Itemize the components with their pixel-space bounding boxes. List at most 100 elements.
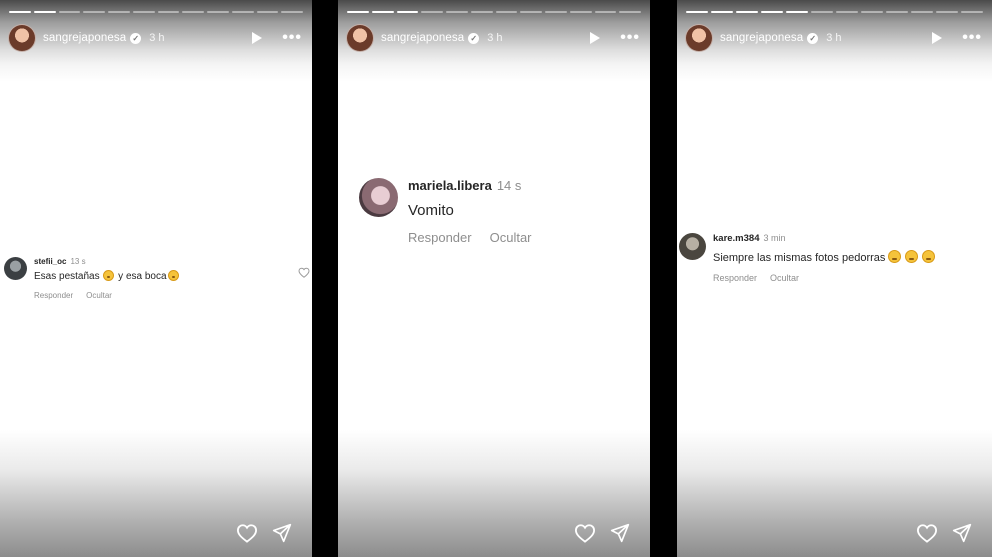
progress-segment	[256, 11, 279, 13]
send-icon[interactable]	[952, 523, 972, 543]
play-icon[interactable]	[932, 32, 943, 44]
commenter-username[interactable]: mariela.libera	[408, 178, 492, 193]
commenter-avatar[interactable]	[359, 178, 398, 217]
comment-text: Siempre las mismas fotos pedorras	[713, 250, 936, 264]
heart-icon[interactable]	[916, 523, 938, 543]
weary-face-emoji	[888, 250, 902, 263]
reply-button[interactable]: Responder	[713, 273, 757, 283]
progress-segment	[911, 11, 933, 13]
progress-segment	[686, 11, 708, 13]
comment-heart-icon[interactable]	[298, 267, 310, 278]
progress-segment	[207, 11, 229, 13]
reply-button[interactable]: Responder	[408, 230, 472, 245]
more-options-icon[interactable]: •••	[962, 30, 982, 46]
progress-segment	[761, 11, 783, 13]
progress-segment	[347, 11, 369, 13]
hide-button[interactable]: Ocultar	[86, 291, 112, 300]
progress-segment	[281, 11, 303, 13]
progress-segment	[520, 11, 542, 13]
comment-text-part: Esas pestañas	[34, 271, 100, 282]
story-header: sangrejaponesa ✓ 3 h •••	[685, 24, 982, 52]
story-author-username[interactable]: sangrejaponesa	[720, 32, 803, 44]
commenter-username[interactable]: stefii_oc	[34, 257, 66, 266]
heart-icon[interactable]	[236, 523, 258, 543]
progress-segment	[132, 11, 155, 13]
story-panel-3[interactable]: sangrejaponesa ✓ 3 h ••• kare.m384 3 min…	[677, 0, 992, 557]
progress-segment	[470, 11, 493, 13]
progress-segment	[83, 11, 105, 13]
more-options-icon[interactable]: •••	[282, 30, 302, 46]
story-progress-bar	[9, 11, 303, 14]
story-author-username[interactable]: sangrejaponesa	[43, 32, 126, 44]
laughing-emoji	[167, 270, 179, 281]
reply-button[interactable]: Responder	[34, 291, 73, 300]
story-author-avatar[interactable]	[8, 24, 36, 52]
comment-text-part: Siempre las mismas fotos pedorras	[713, 252, 886, 264]
heart-icon[interactable]	[574, 523, 596, 543]
weary-face-emoji	[922, 250, 936, 263]
comment-text-part: y esa boca	[115, 271, 167, 282]
send-icon[interactable]	[272, 523, 292, 543]
story-time: 3 h	[826, 32, 842, 44]
progress-segment	[182, 11, 204, 13]
commenter-avatar[interactable]	[4, 257, 27, 280]
progress-segment	[396, 11, 419, 13]
comment-time: 13 s	[70, 257, 86, 266]
progress-segment	[495, 11, 518, 13]
commenter-username[interactable]: kare.m384	[713, 233, 759, 244]
story-author-avatar[interactable]	[685, 24, 713, 52]
progress-segment	[157, 11, 180, 13]
progress-segment	[836, 11, 858, 13]
progress-segment	[711, 11, 733, 13]
progress-segment	[619, 11, 641, 13]
story-actions	[236, 523, 292, 543]
progress-segment	[936, 11, 958, 13]
progress-segment	[108, 11, 130, 13]
comment-card: mariela.libera 14 s Vomito Responder Ocu…	[359, 178, 639, 245]
story-header: sangrejaponesa ✓ 3 h •••	[8, 24, 302, 52]
story-actions	[574, 523, 630, 543]
story-panel-1[interactable]: sangrejaponesa ✓ 3 h ••• stefii_oc 13 s …	[0, 0, 312, 557]
story-author-username[interactable]: sangrejaponesa	[381, 32, 464, 44]
story-time: 3 h	[149, 32, 165, 44]
laughing-emoji	[103, 270, 115, 281]
progress-segment	[371, 11, 394, 13]
hide-button[interactable]: Ocultar	[770, 273, 799, 283]
progress-segment	[9, 11, 31, 13]
progress-segment	[961, 11, 983, 13]
progress-segment	[861, 11, 883, 13]
comment-card: kare.m384 3 min Siempre las mismas fotos…	[679, 233, 979, 283]
more-options-icon[interactable]: •••	[620, 30, 640, 46]
progress-segment	[58, 11, 81, 13]
progress-segment	[33, 11, 56, 13]
story-time: 3 h	[487, 32, 503, 44]
send-icon[interactable]	[610, 523, 630, 543]
progress-segment	[569, 11, 592, 13]
progress-segment	[736, 11, 758, 13]
verified-badge-icon: ✓	[807, 32, 819, 44]
story-author-avatar[interactable]	[346, 24, 374, 52]
comment-card: stefii_oc 13 s Esas pestañas y esa boca …	[4, 257, 310, 300]
verified-badge-icon: ✓	[130, 32, 142, 44]
commenter-avatar[interactable]	[679, 233, 706, 260]
progress-segment	[786, 11, 808, 13]
progress-segment	[811, 11, 833, 13]
story-panel-2[interactable]: sangrejaponesa ✓ 3 h ••• mariela.libera …	[338, 0, 650, 557]
progress-segment	[421, 11, 443, 13]
progress-segment	[594, 11, 617, 13]
comment-text: Vomito	[408, 202, 454, 219]
story-progress-bar	[686, 11, 983, 14]
comment-time: 14 s	[496, 178, 522, 193]
story-progress-bar	[347, 11, 641, 14]
progress-segment	[446, 11, 468, 13]
comment-time: 3 min	[763, 233, 786, 243]
hide-button[interactable]: Ocultar	[490, 230, 532, 245]
play-icon[interactable]	[590, 32, 601, 44]
story-actions	[916, 523, 972, 543]
verified-badge-icon: ✓	[468, 32, 480, 44]
progress-segment	[545, 11, 567, 13]
play-icon[interactable]	[252, 32, 263, 44]
progress-segment	[886, 11, 908, 13]
story-header: sangrejaponesa ✓ 3 h •••	[346, 24, 640, 52]
comment-text: Esas pestañas y esa boca	[34, 270, 180, 282]
